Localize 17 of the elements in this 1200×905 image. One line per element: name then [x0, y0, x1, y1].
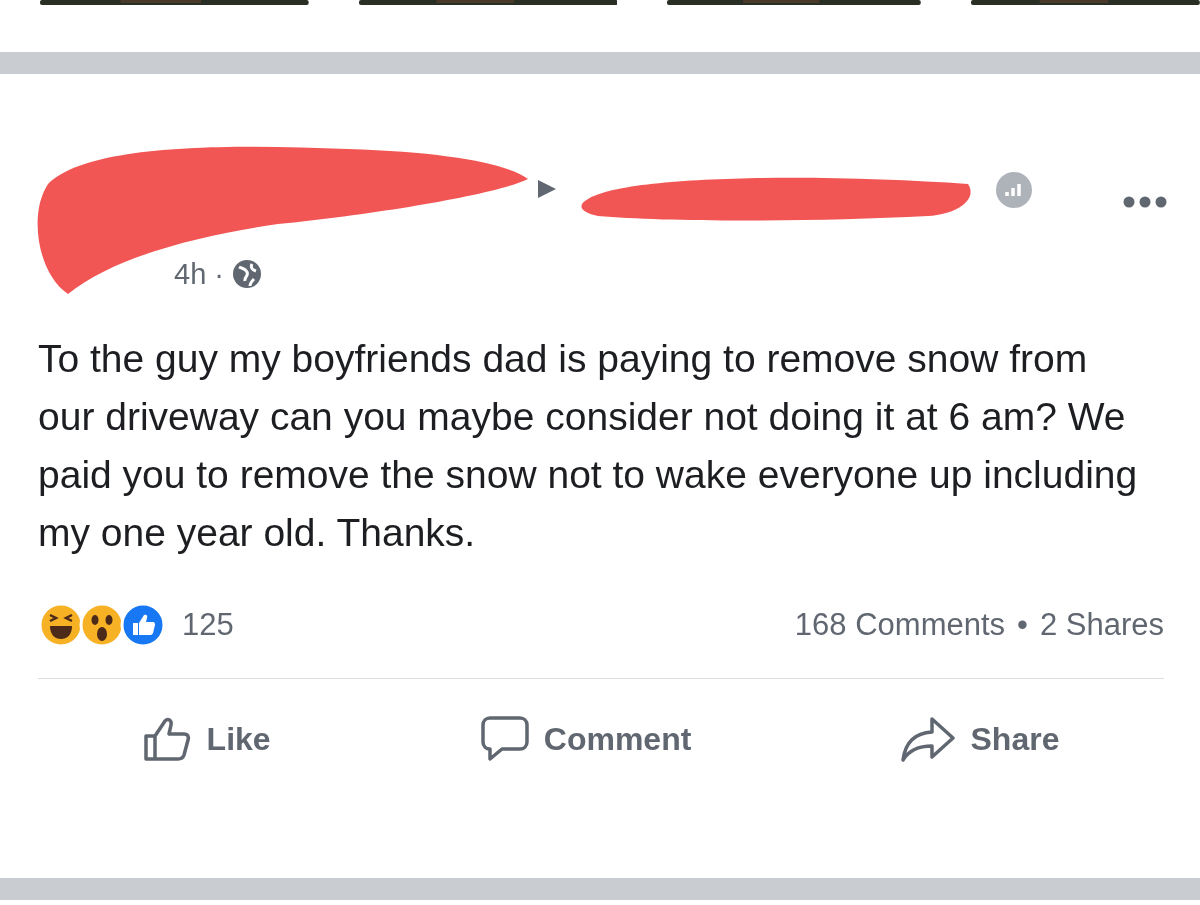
post-text: To the guy my boyfriends dad is paying to remove snow from our driveway can you maybe consider not doing it at 6 am? We paid you to remove the snow not to wake everyone up including my one year old. Thanks.: [38, 336, 1138, 556]
share-button[interactable]: Share: [880, 699, 1080, 779]
caret-icon: [536, 178, 558, 200]
comments-count[interactable]: 168 Comments: [794, 607, 1006, 643]
post-time[interactable]: 4h: [174, 257, 207, 291]
bar-chart-badge-icon: [996, 172, 1032, 208]
separator-dot: ·: [214, 257, 224, 291]
share-arrow-icon: [900, 716, 957, 762]
reaction-count[interactable]: 125: [182, 607, 234, 643]
comment-button[interactable]: Comment: [459, 699, 712, 779]
like-button[interactable]: Like: [122, 699, 291, 779]
shares-count[interactable]: 2 Shares: [1039, 607, 1164, 643]
separator-dot: •: [1017, 607, 1028, 643]
globe-icon: [231, 259, 262, 289]
more-options-icon[interactable]: [1123, 196, 1167, 208]
comment-icon: [479, 715, 530, 763]
thumbs-up-icon: [142, 716, 193, 762]
